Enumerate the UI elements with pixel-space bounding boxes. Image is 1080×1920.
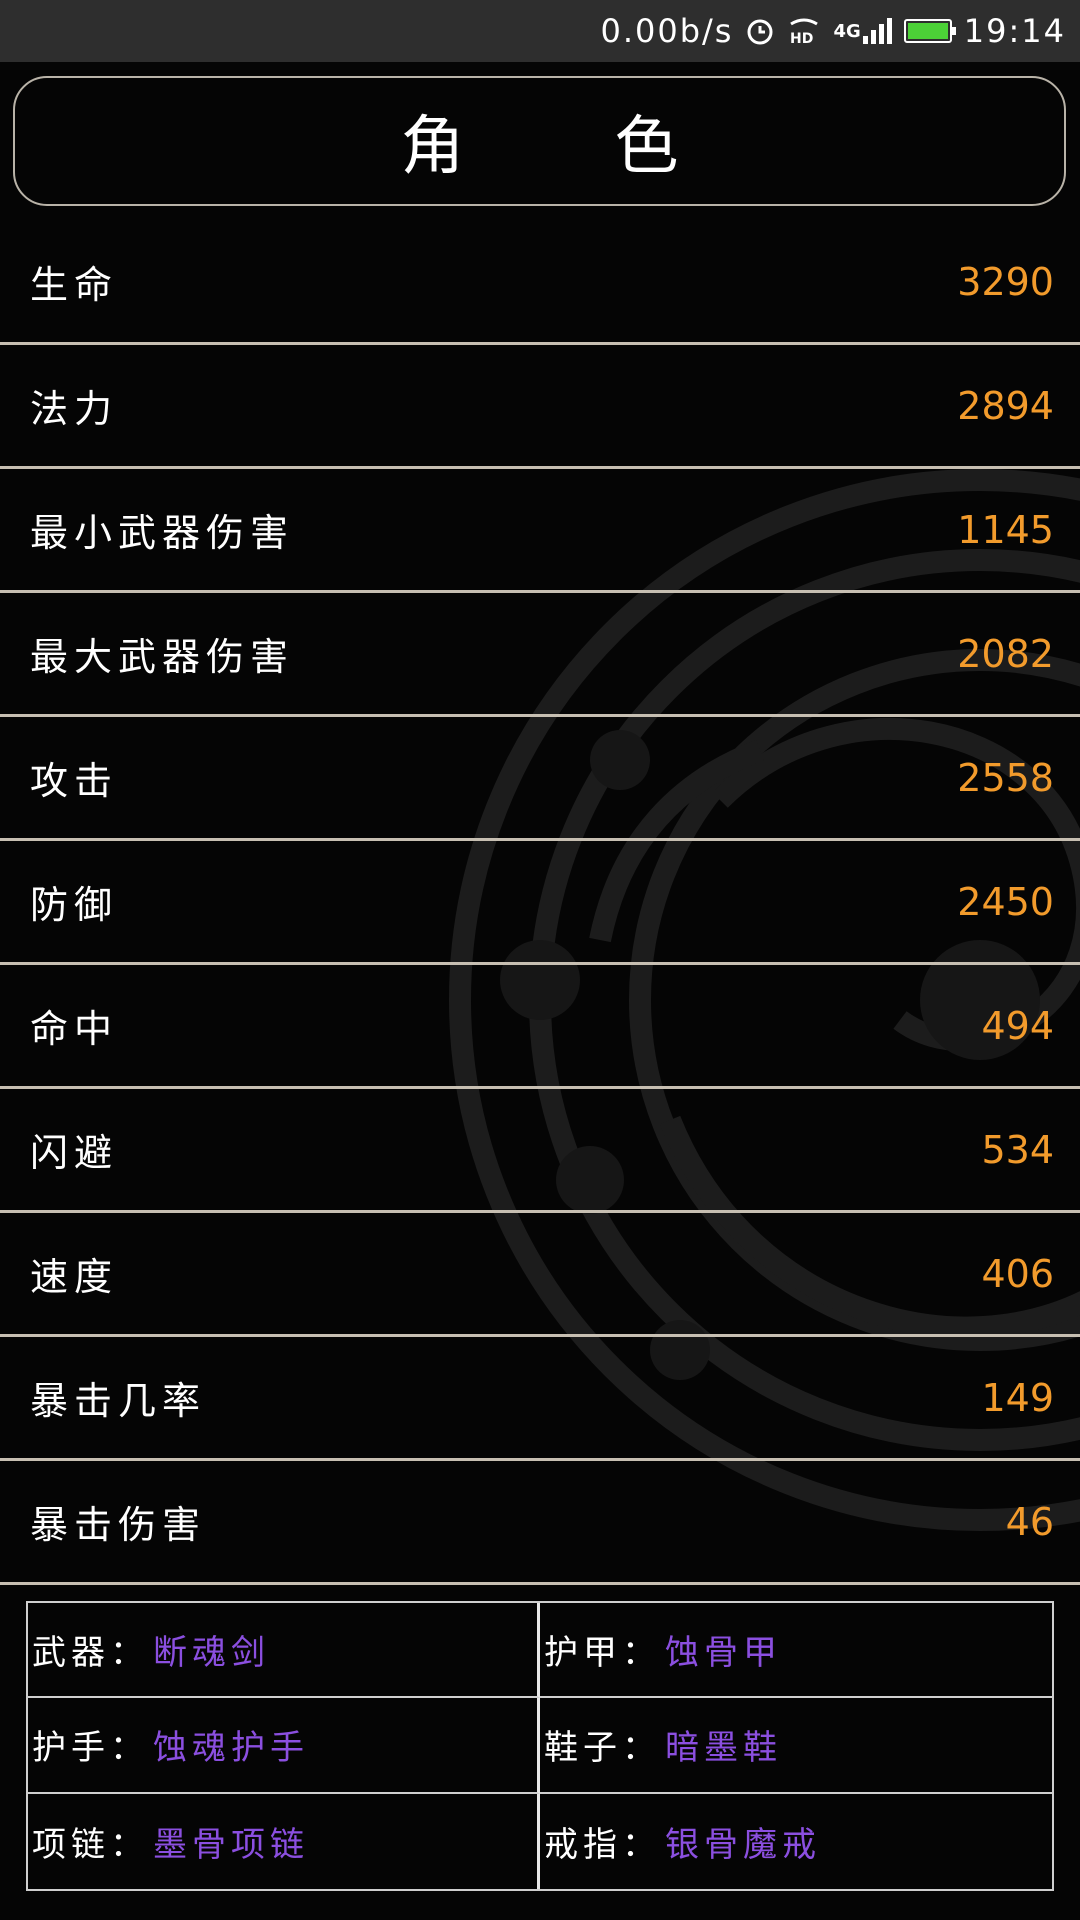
stat-value: 2894	[957, 383, 1054, 428]
equipment-slot-ring[interactable]: 戒指： 银骨魔戒	[540, 1794, 1052, 1889]
clock: 19:14	[963, 12, 1066, 50]
equipment-slot-label: 鞋子：	[544, 1728, 661, 1769]
equipment-slot-label: 武器：	[32, 1633, 149, 1674]
hd-label: HD	[790, 31, 813, 46]
signal-icon: 4G	[833, 18, 892, 44]
stat-label: 最小武器伤害	[30, 511, 295, 555]
stat-label: 防御	[30, 883, 119, 927]
stat-row-attack: 攻击 2558	[0, 717, 1080, 841]
stat-label: 生命	[30, 263, 119, 307]
equipment-slot-label: 戒指：	[544, 1824, 661, 1865]
stat-label: 闪避	[30, 1131, 119, 1175]
stats-list: 生命 3290 法力 2894 最小武器伤害 1145 最大武器伤害 2082 …	[0, 221, 1080, 1585]
stat-row-speed: 速度 406	[0, 1213, 1080, 1337]
stat-value: 149	[981, 1375, 1054, 1420]
status-bar: 0.00b/s HD 4G 19:14	[0, 0, 1080, 62]
stat-value: 2082	[957, 631, 1054, 676]
equipment-item-name: 暗墨鞋	[665, 1728, 782, 1769]
stat-row-dodge: 闪避 534	[0, 1089, 1080, 1213]
stat-row-hit: 命中 494	[0, 965, 1080, 1089]
stat-value: 406	[981, 1251, 1054, 1296]
battery-icon	[903, 19, 956, 43]
equipment-slot-necklace[interactable]: 项链： 墨骨项链	[28, 1793, 540, 1889]
equipment-item-name: 墨骨项链	[153, 1824, 309, 1865]
character-screen: 0.00b/s HD 4G 19:14 角色 生命 3290 法力 2894 最…	[0, 0, 1080, 1920]
equipment-slot-gloves[interactable]: 护手： 蚀魂护手	[28, 1698, 540, 1794]
stat-label: 最大武器伤害	[30, 635, 295, 679]
battery-level	[907, 23, 948, 39]
stat-value: 494	[981, 1003, 1054, 1048]
stat-value: 3290	[957, 259, 1054, 304]
stat-row-mp: 法力 2894	[0, 345, 1080, 469]
stat-value: 2558	[957, 755, 1054, 800]
stat-value: 46	[1005, 1499, 1054, 1544]
equipment-item-name: 蚀魂护手	[153, 1728, 309, 1769]
equipment-item-name: 蚀骨甲	[665, 1633, 782, 1674]
stat-row-min-weapon-damage: 最小武器伤害 1145	[0, 469, 1080, 593]
stat-value: 1145	[957, 507, 1054, 552]
network-speed: 0.00b/s	[600, 12, 734, 50]
equipment-slot-label: 项链：	[32, 1824, 149, 1865]
equipment-slot-shoes[interactable]: 鞋子： 暗墨鞋	[540, 1698, 1052, 1794]
stat-label: 暴击几率	[30, 1379, 207, 1423]
stat-label: 法力	[30, 387, 119, 431]
equipment-slot-label: 护手：	[32, 1728, 149, 1769]
stat-row-crit-damage: 暴击伤害 46	[0, 1461, 1080, 1585]
equipment-slot-armor[interactable]: 护甲： 蚀骨甲	[540, 1603, 1052, 1699]
equipment-slot-weapon[interactable]: 武器： 断魂剑	[28, 1603, 540, 1699]
stat-row-crit-rate: 暴击几率 149	[0, 1337, 1080, 1461]
stat-row-max-weapon-damage: 最大武器伤害 2082	[0, 593, 1080, 717]
alarm-icon	[745, 16, 775, 46]
stat-label: 攻击	[30, 759, 119, 803]
equipment-item-name: 银骨魔戒	[665, 1824, 821, 1865]
stat-value: 2450	[957, 879, 1054, 924]
stat-label: 速度	[30, 1255, 119, 1299]
stat-label: 命中	[30, 1007, 119, 1051]
stat-label: 暴击伤害	[30, 1503, 207, 1547]
stat-row-defense: 防御 2450	[0, 841, 1080, 965]
network-type: 4G	[833, 20, 861, 42]
equipment-slot-label: 护甲：	[544, 1633, 661, 1674]
stat-row-hp: 生命 3290	[0, 221, 1080, 345]
hd-call-icon: HD	[787, 16, 821, 46]
page-title: 角色	[400, 110, 829, 184]
stat-value: 534	[981, 1127, 1054, 1172]
equipment-table: 武器： 断魂剑 护甲： 蚀骨甲 护手： 蚀魂护手 鞋子： 暗墨鞋 项链： 墨骨项…	[26, 1601, 1054, 1891]
equipment-item-name: 断魂剑	[153, 1633, 270, 1674]
title-panel: 角色	[13, 76, 1066, 206]
